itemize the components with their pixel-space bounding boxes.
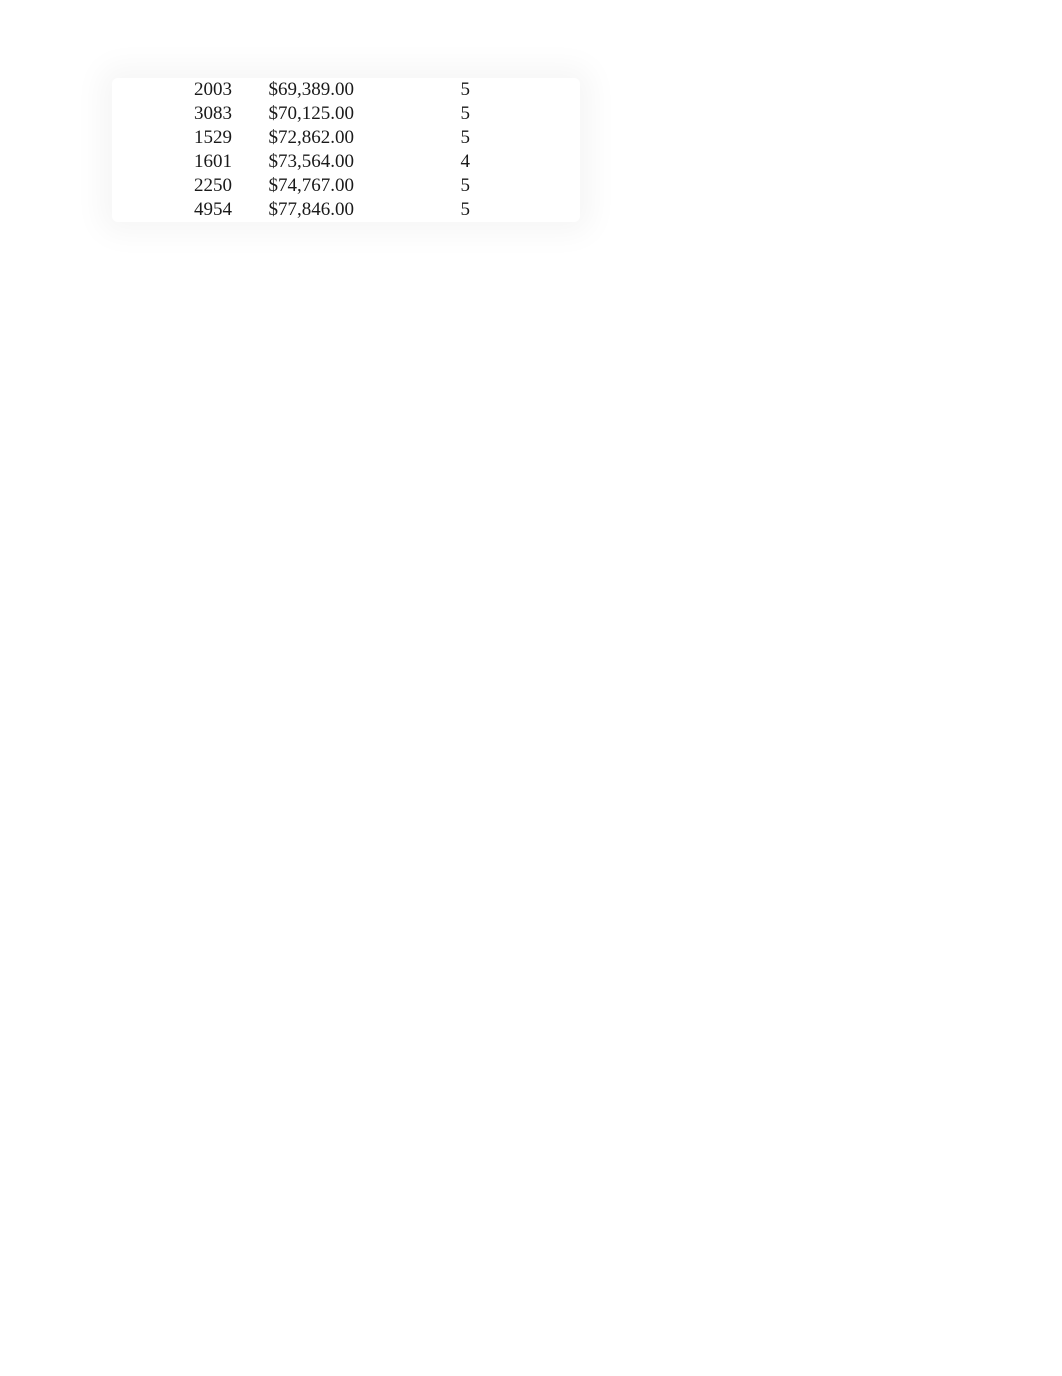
cell-amount: $77,846.00 <box>240 198 400 222</box>
table-row: 2250 $74,767.00 5 <box>112 174 580 198</box>
cell-id: 4954 <box>112 198 240 222</box>
cell-count: 5 <box>400 78 580 102</box>
cell-count: 5 <box>400 174 580 198</box>
table-row: 1529 $72,862.00 5 <box>112 126 580 150</box>
cell-amount: $70,125.00 <box>240 102 400 126</box>
table-row: 3083 $70,125.00 5 <box>112 102 580 126</box>
cell-id: 3083 <box>112 102 240 126</box>
cell-id: 2003 <box>112 78 240 102</box>
cell-count: 4 <box>400 150 580 174</box>
cell-amount: $72,862.00 <box>240 126 400 150</box>
table-row: 4954 $77,846.00 5 <box>112 198 580 222</box>
cell-amount: $73,564.00 <box>240 150 400 174</box>
cell-id: 1601 <box>112 150 240 174</box>
table-row: 2003 $69,389.00 5 <box>112 78 580 102</box>
data-table: 2003 $69,389.00 5 3083 $70,125.00 5 1529… <box>112 78 580 222</box>
cell-id: 2250 <box>112 174 240 198</box>
cell-amount: $69,389.00 <box>240 78 400 102</box>
table-row: 1601 $73,564.00 4 <box>112 150 580 174</box>
cell-count: 5 <box>400 102 580 126</box>
cell-id: 1529 <box>112 126 240 150</box>
data-table-wrapper: 2003 $69,389.00 5 3083 $70,125.00 5 1529… <box>112 78 580 222</box>
cell-count: 5 <box>400 198 580 222</box>
cell-count: 5 <box>400 126 580 150</box>
cell-amount: $74,767.00 <box>240 174 400 198</box>
